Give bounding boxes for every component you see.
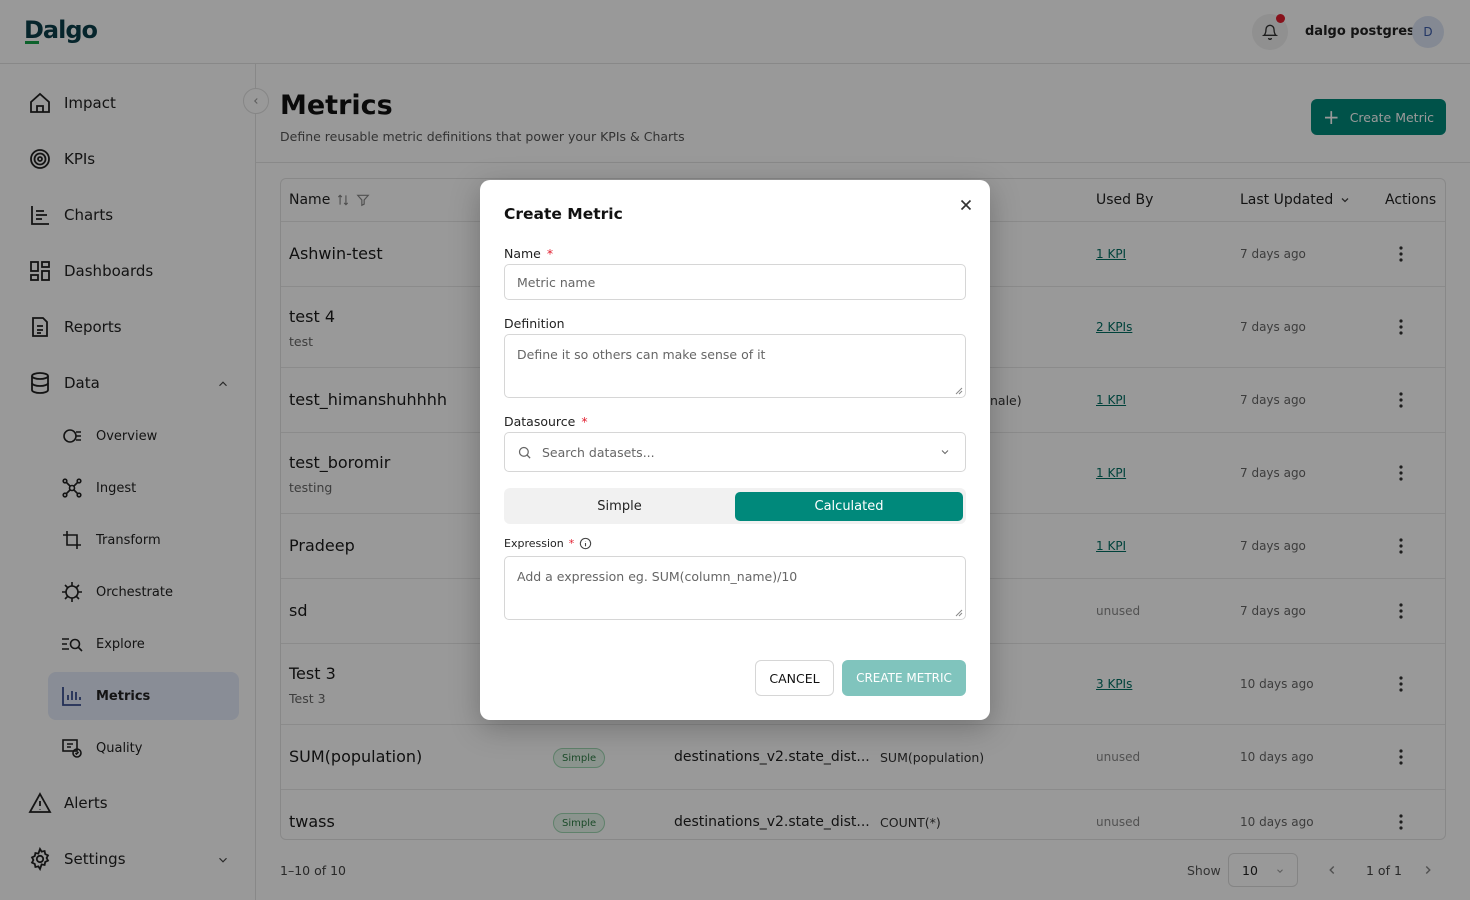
search-icon — [518, 446, 531, 459]
chevron-down-icon[interactable] — [939, 446, 951, 458]
create-metric-submit-button[interactable]: CREATE METRIC — [842, 660, 966, 696]
required-mark: * — [568, 537, 575, 550]
required-mark: * — [581, 414, 588, 429]
placeholder: Define it so others can make sense of it — [517, 347, 766, 362]
expression-textarea[interactable]: Add a expression eg. SUM(column_name)/10 — [504, 556, 966, 620]
expression-label: Expression * — [504, 537, 592, 550]
resize-handle-icon[interactable] — [955, 387, 963, 395]
mode-simple-button[interactable]: Simple — [504, 488, 735, 524]
label-text: Expression — [504, 537, 564, 550]
placeholder: Search datasets... — [542, 444, 655, 460]
cancel-button[interactable]: CANCEL — [755, 660, 834, 696]
label-text: Datasource — [504, 414, 576, 429]
datasource-label: Datasource * — [504, 414, 588, 429]
datasource-search-input[interactable]: Search datasets... — [504, 432, 966, 472]
definition-label: Definition — [504, 316, 565, 331]
required-mark: * — [546, 246, 554, 261]
label-text: Name — [504, 246, 541, 261]
info-icon[interactable] — [579, 537, 592, 550]
metric-name-input[interactable]: Metric name — [504, 264, 966, 300]
definition-textarea[interactable]: Define it so others can make sense of it — [504, 334, 966, 398]
dialog-title: Create Metric — [504, 205, 623, 223]
placeholder: Add a expression eg. SUM(column_name)/10 — [517, 569, 798, 584]
name-label: Name * — [504, 246, 553, 261]
create-metric-dialog: Create Metric Name * Metric name Definiti… — [480, 180, 990, 720]
mode-calculated-button[interactable]: Calculated — [735, 492, 963, 521]
placeholder: Metric name — [517, 274, 596, 290]
resize-handle-icon[interactable] — [955, 609, 963, 617]
metric-mode-toggle: Simple Calculated — [504, 488, 966, 524]
close-icon[interactable] — [957, 196, 975, 214]
